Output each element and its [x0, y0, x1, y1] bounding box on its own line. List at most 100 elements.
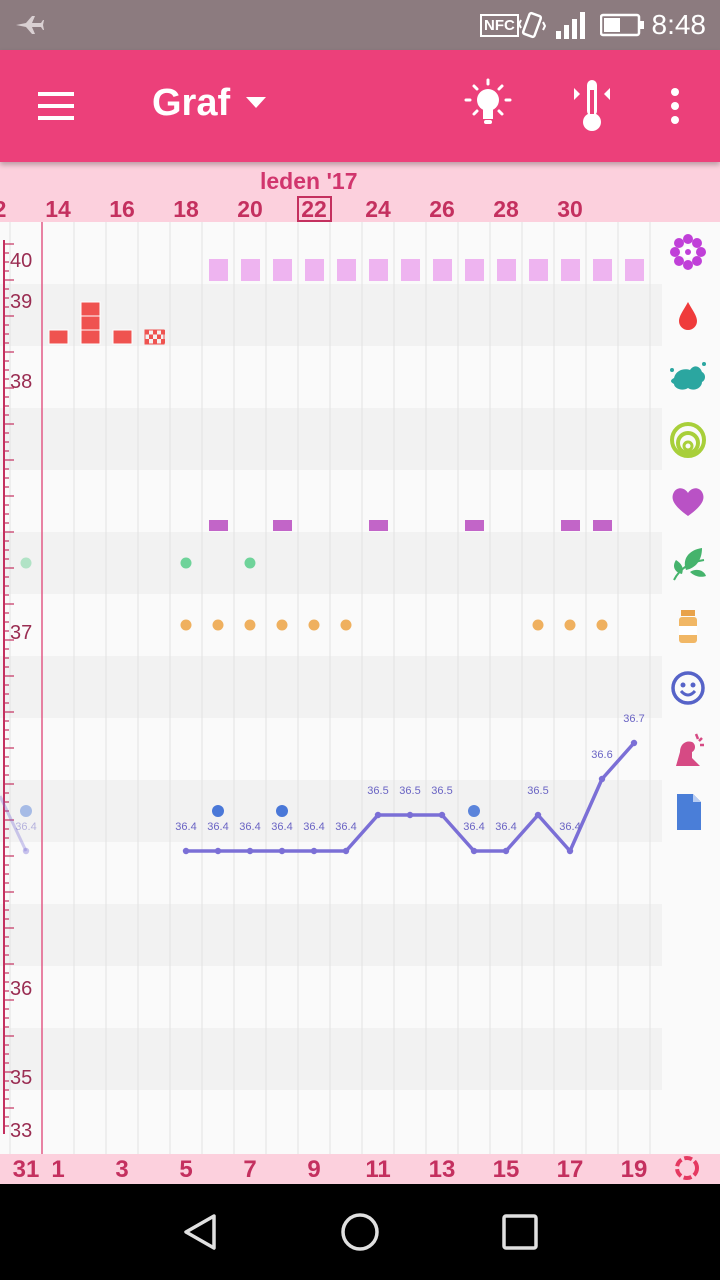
mood-marker — [468, 805, 480, 817]
bottom-day-label[interactable]: 15 — [481, 1156, 531, 1184]
temperature-label: 36.5 — [431, 785, 452, 797]
y-axis-label: 38 — [10, 371, 32, 393]
temperature-label: 36.7 — [623, 713, 644, 725]
temperature-point — [278, 847, 286, 855]
top-day-label[interactable]: 20 — [225, 196, 275, 223]
back-icon[interactable] — [176, 1208, 224, 1256]
thermometer-icon[interactable] — [568, 76, 616, 136]
fertile-marker — [593, 259, 612, 281]
temperature-label: 36.5 — [367, 785, 388, 797]
temperature-label: 36.4 — [239, 821, 260, 833]
bottom-day-label[interactable]: 7 — [225, 1156, 275, 1184]
menu-button[interactable] — [28, 82, 84, 130]
bottom-day-label[interactable]: 1 — [33, 1156, 83, 1184]
top-day-label[interactable]: 30 — [545, 196, 595, 223]
temperature-point — [566, 847, 574, 855]
temperature-label: 36.4 — [559, 821, 580, 833]
y-axis-label: 36 — [10, 978, 32, 1000]
smiley-icon[interactable] — [666, 666, 710, 710]
y-axis-label: 35 — [10, 1067, 32, 1089]
temperature-label: 36.4 — [463, 821, 484, 833]
cervix-icon[interactable] — [666, 418, 710, 462]
bottom-day-label[interactable]: 5 — [161, 1156, 211, 1184]
spotting-cell — [153, 339, 157, 344]
spotting-cell — [145, 339, 149, 344]
heart-icon[interactable] — [666, 480, 710, 524]
mood-marker — [212, 805, 224, 817]
top-day-label[interactable]: 28 — [481, 196, 531, 223]
splash-icon[interactable] — [666, 356, 710, 400]
fertile-marker — [465, 259, 484, 281]
status-bar: NFC 8:48 — [0, 0, 720, 50]
temperature-label: 36.4 — [15, 821, 36, 833]
month-label: leden '17 — [260, 168, 358, 194]
temperature-label: 36.5 — [399, 785, 420, 797]
bottom-day-label[interactable]: 17 — [545, 1156, 595, 1184]
bottom-date-bar: 31 1 3 5 7 9 11 13 15 17 19 — [0, 1154, 720, 1184]
bottom-day-label[interactable]: 9 — [289, 1156, 339, 1184]
dropdown-caret-icon[interactable] — [246, 97, 266, 108]
recents-icon[interactable] — [496, 1208, 544, 1256]
more-options-icon[interactable] — [660, 84, 690, 128]
clock-time: 8:48 — [651, 9, 707, 40]
view-title-dropdown[interactable]: Graf — [152, 82, 230, 125]
top-day-label[interactable]: 18 — [161, 196, 211, 223]
fertile-marker — [337, 259, 356, 281]
temperature-point — [502, 847, 510, 855]
intercourse-marker — [593, 520, 612, 531]
spotting-cell — [157, 334, 161, 339]
grid-band — [0, 594, 662, 656]
top-day-label[interactable]: 14 — [33, 196, 83, 223]
flower-icon[interactable] — [666, 230, 710, 274]
temperature-point — [406, 811, 414, 819]
temperature-point — [374, 811, 382, 819]
bottom-day-label[interactable]: 11 — [353, 1156, 403, 1184]
temperature-point — [214, 847, 222, 855]
top-day-label[interactable]: 16 — [97, 196, 147, 223]
bottom-day-label[interactable]: 19 — [609, 1156, 659, 1184]
symptom-icon[interactable] — [666, 728, 710, 772]
supplement-marker — [180, 619, 192, 631]
y-axis-label: 40 — [10, 250, 32, 272]
cycle-ring-icon[interactable] — [674, 1155, 700, 1181]
grid-band — [0, 966, 662, 1028]
y-axis-label: 33 — [10, 1120, 32, 1142]
fertile-marker — [273, 259, 292, 281]
home-icon[interactable] — [336, 1208, 384, 1256]
drop-icon[interactable] — [666, 294, 710, 338]
supplement-marker — [308, 619, 320, 631]
lightbulb-icon[interactable] — [462, 78, 514, 134]
signal-icon — [556, 0, 588, 50]
period-marker — [80, 301, 101, 317]
top-day-label[interactable]: 24 — [353, 196, 403, 223]
temperature-label: 36.4 — [303, 821, 324, 833]
pill-bottle-icon[interactable] — [666, 604, 710, 648]
bottom-day-label[interactable]: 13 — [417, 1156, 467, 1184]
temperature-label: 36.4 — [271, 821, 292, 833]
spotting-cell — [153, 330, 157, 335]
period-marker — [80, 329, 101, 345]
intercourse-marker — [273, 520, 292, 531]
navigation-bar — [0, 1184, 720, 1280]
chart-area[interactable]: 40 39 38 37 36 35 33 36.4 36.4 36.4 36.4 36.… — [0, 222, 720, 1154]
leaf-icon[interactable] — [666, 542, 710, 586]
spotting-cell — [149, 334, 153, 339]
temperature-point — [342, 847, 350, 855]
note-icon[interactable] — [666, 790, 710, 834]
airplane-icon — [14, 0, 44, 50]
top-day-label[interactable]: 2 — [0, 196, 25, 223]
fertile-marker — [561, 259, 580, 281]
temperature-label: 36.4 — [335, 821, 356, 833]
fertile-marker — [241, 259, 260, 281]
period-marker — [112, 329, 133, 345]
fertile-marker — [497, 259, 516, 281]
temperature-point — [470, 847, 478, 855]
intercourse-marker — [209, 520, 228, 531]
temperature-point — [22, 847, 30, 855]
fertile-marker — [433, 259, 452, 281]
grid-band — [0, 1090, 662, 1152]
top-day-label[interactable]: 26 — [417, 196, 467, 223]
grid-band — [0, 346, 662, 408]
bottom-day-label[interactable]: 3 — [97, 1156, 147, 1184]
y-axis-label: 39 — [10, 291, 32, 313]
